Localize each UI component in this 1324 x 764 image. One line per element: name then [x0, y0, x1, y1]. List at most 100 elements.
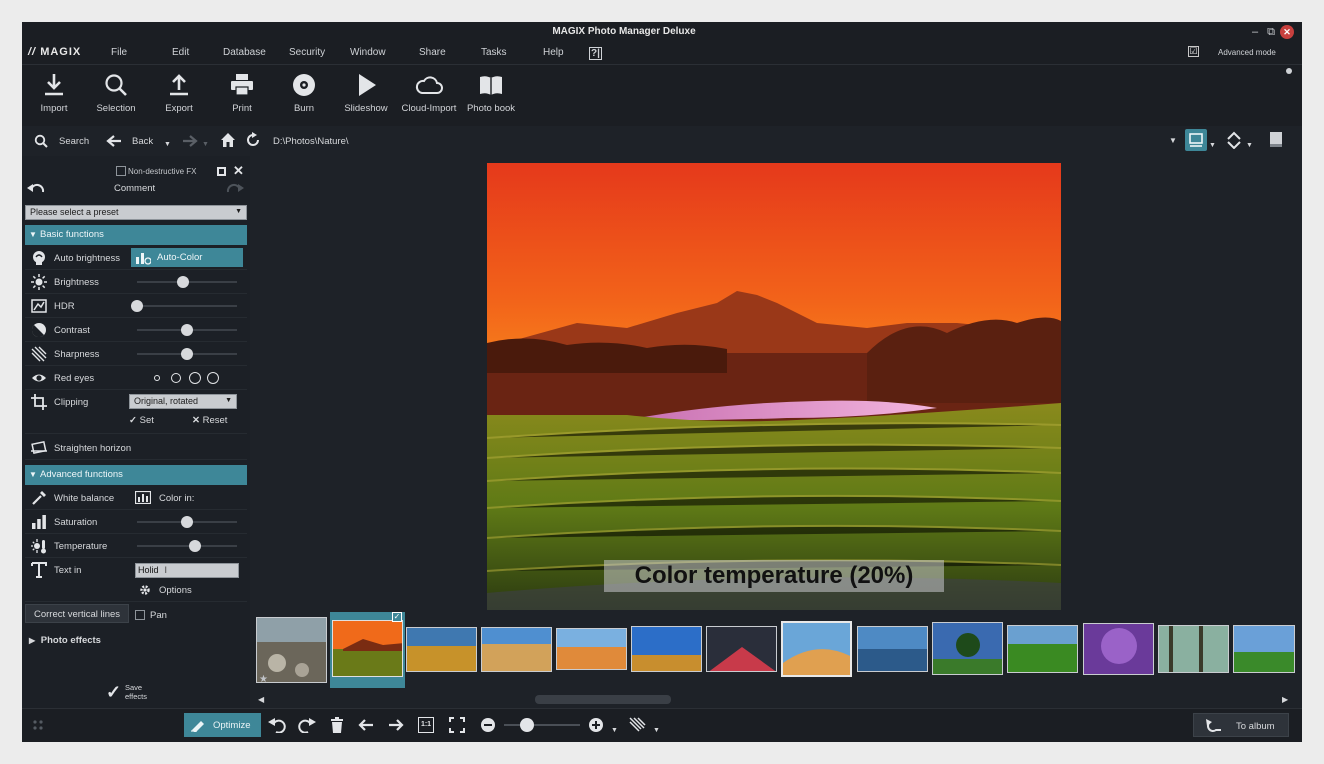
menu-edit[interactable]: Edit [172, 47, 189, 58]
red-eye-size-xlarge[interactable] [207, 372, 219, 384]
view-mode-dropdown-icon[interactable]: ▼ [1209, 142, 1216, 149]
photo-effects-header[interactable]: ▶ Photo effects [29, 635, 101, 646]
close-panel-icon[interactable]: ✕ [233, 163, 244, 179]
effects-dropdown-icon[interactable]: ▼ [653, 727, 660, 734]
contrast-slider-knob[interactable] [181, 324, 193, 336]
menu-file[interactable]: File [111, 47, 127, 58]
toolbar-import-button[interactable]: Import [24, 72, 84, 114]
brightness-slider-knob[interactable] [177, 276, 189, 288]
clipping-set-button[interactable]: ✓ Set [129, 415, 154, 426]
menu-help[interactable]: Help [543, 47, 564, 58]
restore-button[interactable]: ⧉ [1264, 25, 1278, 39]
fit-to-screen-button[interactable] [449, 717, 465, 736]
red-eye-size-medium[interactable] [171, 373, 181, 383]
rotate-right-button[interactable] [298, 717, 316, 736]
maximize-panel-icon[interactable] [217, 167, 226, 176]
red-eye-size-small[interactable] [154, 375, 160, 381]
advanced-functions-header[interactable]: ▼ Advanced functions [25, 465, 247, 485]
options-dot-icon[interactable] [1286, 68, 1292, 74]
minimize-button[interactable]: – [1248, 25, 1262, 39]
thumbnail-9[interactable] [857, 626, 928, 672]
zoom-actual-size-button[interactable]: 1:1 [418, 717, 434, 733]
thumbnail-8[interactable] [781, 621, 852, 677]
search-label[interactable]: Search [59, 136, 89, 147]
correct-vertical-lines-button[interactable]: Correct vertical lines [25, 604, 129, 623]
brightness-slider[interactable] [137, 276, 237, 288]
thumbnail-2-selected[interactable] [332, 620, 403, 677]
toolbar-cloud-import-button[interactable]: Cloud-Import [399, 72, 459, 114]
search-button[interactable] [34, 134, 48, 151]
close-button[interactable]: ✕ [1280, 25, 1294, 39]
auto-color-button[interactable]: Auto-Color [131, 248, 243, 267]
to-album-button[interactable]: To album [1193, 713, 1289, 737]
thumbnail-4[interactable] [481, 627, 552, 672]
previous-photo-button[interactable] [358, 719, 374, 734]
zoom-out-button[interactable] [480, 717, 496, 736]
forward-button[interactable] [182, 134, 198, 151]
rotate-left-button[interactable] [268, 717, 286, 736]
hdr-slider-knob[interactable] [131, 300, 143, 312]
help-context-icon[interactable]: ?| [589, 47, 602, 60]
thumbnail-12[interactable] [1083, 623, 1154, 675]
toolbar-print-button[interactable]: Print [212, 72, 272, 114]
sort-button[interactable] [1225, 131, 1243, 152]
clipping-select[interactable]: Original, rotated ▼ [129, 394, 237, 409]
menu-tasks[interactable]: Tasks [481, 47, 507, 58]
sharpness-slider[interactable] [137, 348, 237, 360]
zoom-in-button[interactable] [588, 717, 604, 736]
thumbnail-6[interactable] [631, 626, 702, 672]
sort-dropdown-icon[interactable]: ▼ [1246, 142, 1253, 149]
temperature-slider-knob[interactable] [189, 540, 201, 552]
refresh-button[interactable] [247, 132, 261, 151]
toolbar-selection-button[interactable]: Selection [86, 72, 146, 114]
selected-check-icon[interactable]: ✓ [392, 612, 402, 622]
thumbnail-3[interactable] [406, 627, 477, 672]
toolbar-slideshow-button[interactable]: Slideshow [336, 72, 396, 114]
delete-button[interactable] [330, 717, 344, 736]
color-in-button[interactable] [134, 490, 152, 507]
thumbnail-13[interactable] [1158, 625, 1229, 673]
forward-history-dropdown-icon[interactable]: ▼ [202, 141, 209, 148]
auto-brightness-button[interactable]: Auto brightness [54, 253, 120, 264]
filmstrip-scrollbar-thumb[interactable] [535, 695, 671, 704]
hdr-slider[interactable] [131, 300, 237, 312]
thumbnail-10[interactable] [932, 622, 1003, 675]
non-destructive-fx-checkbox[interactable] [116, 166, 126, 176]
scroll-left-icon[interactable]: ◀ [258, 695, 264, 704]
sharpness-slider-knob[interactable] [181, 348, 193, 360]
home-button[interactable] [220, 132, 236, 151]
back-button[interactable] [106, 134, 122, 151]
contrast-slider[interactable] [137, 324, 237, 336]
zoom-slider-knob[interactable] [520, 718, 534, 732]
toolbar-photo-book-button[interactable]: Photo book [461, 72, 521, 114]
star-rating-icon[interactable]: ★ [259, 674, 268, 685]
saturation-slider[interactable] [137, 516, 237, 528]
menu-database[interactable]: Database [223, 47, 266, 58]
info-panel-button[interactable] [1269, 131, 1283, 152]
thumbnail-14[interactable] [1233, 625, 1295, 673]
redo-effect-button[interactable] [226, 182, 244, 199]
path-breadcrumb[interactable]: D:\Photos\Nature\ [273, 136, 349, 147]
pan-checkbox[interactable] [135, 610, 145, 620]
thumbnail-5[interactable] [556, 628, 627, 670]
preset-select[interactable]: Please select a preset ▼ [25, 205, 247, 220]
advanced-mode-checkbox[interactable]: ☑ [1188, 46, 1199, 57]
clipping-reset-button[interactable]: ✕ Reset [192, 415, 227, 426]
back-label[interactable]: Back [132, 136, 153, 147]
undo-effect-button[interactable] [27, 182, 45, 199]
basic-functions-header[interactable]: ▼ Basic functions [25, 225, 247, 245]
view-dropdown-icon[interactable]: ▼ [1169, 136, 1177, 145]
text-in-field[interactable]: Holid I [135, 563, 239, 578]
temperature-slider[interactable] [137, 540, 237, 552]
main-photo[interactable] [487, 163, 1061, 610]
toolbar-burn-button[interactable]: Burn [274, 72, 334, 114]
optimize-button[interactable]: Optimize [184, 713, 261, 737]
scroll-right-icon[interactable]: ▶ [1282, 695, 1288, 704]
saturation-slider-knob[interactable] [181, 516, 193, 528]
menu-window[interactable]: Window [350, 47, 386, 58]
menu-security[interactable]: Security [289, 47, 325, 58]
menu-share[interactable]: Share [419, 47, 446, 58]
back-history-dropdown-icon[interactable]: ▼ [164, 141, 171, 148]
zoom-dropdown-icon[interactable]: ▼ [611, 727, 618, 734]
thumbnail-7[interactable] [706, 626, 777, 672]
